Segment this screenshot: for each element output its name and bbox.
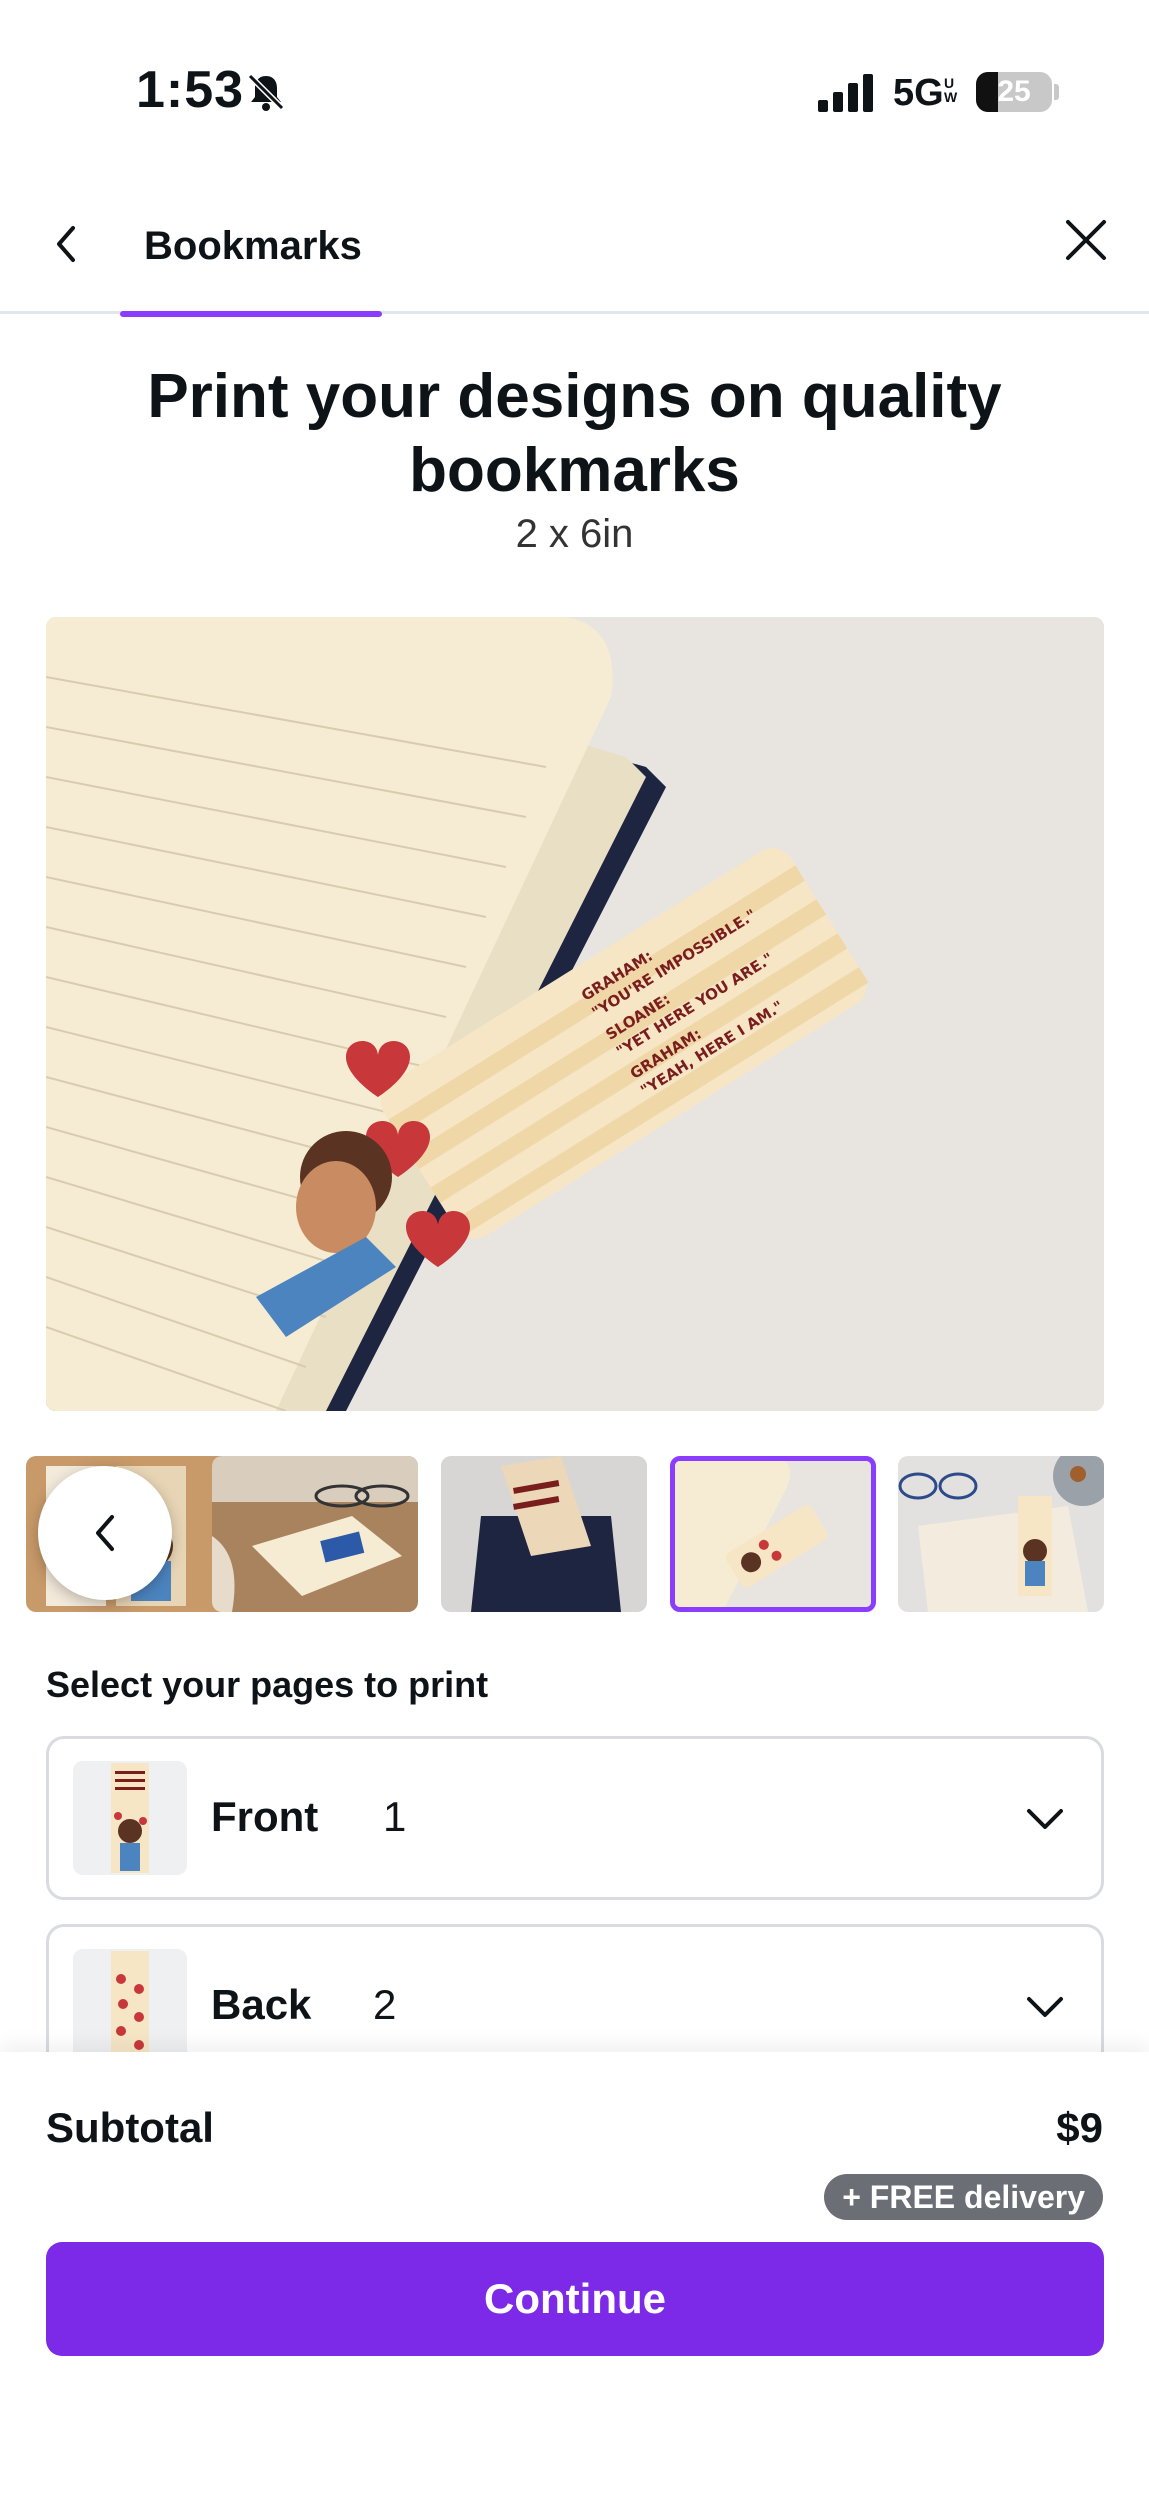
chevron-down-icon (1027, 1997, 1063, 2017)
free-delivery-badge: + FREE delivery (824, 2174, 1103, 2220)
tab-bookmarks[interactable]: Bookmarks (120, 190, 382, 317)
page-thumbnail (73, 1949, 187, 2063)
thumbnail-strip (26, 1456, 1104, 1612)
close-icon (1066, 220, 1106, 260)
chevron-left-icon (96, 1515, 114, 1551)
page-name: Back (211, 1981, 312, 2028)
back-button[interactable] (38, 216, 94, 272)
continue-button[interactable]: Continue (46, 2242, 1104, 2356)
chevron-down-icon (1027, 1809, 1063, 1829)
status-time: 1:53 (136, 61, 245, 119)
page-number: 1 (383, 1793, 407, 1840)
thumbnail-2[interactable] (212, 1456, 418, 1612)
subtotal-value: $9 (1056, 2104, 1103, 2151)
tab-active-indicator (120, 311, 382, 317)
status-bar: 1:53 5G UW 25 (0, 0, 1149, 190)
product-size: 2 x 6in (515, 512, 634, 556)
battery-icon: 25 (976, 72, 1052, 112)
thumbnail-3[interactable] (441, 1456, 647, 1612)
bell-slash-icon (247, 73, 285, 111)
page-name: Front (211, 1793, 319, 1840)
close-button[interactable] (1056, 210, 1116, 270)
select-pages-label: Select your pages to print (46, 1664, 489, 1705)
thumbnail-4[interactable] (670, 1456, 876, 1612)
checkout-panel: Subtotal $9 + FREE delivery Continue (0, 2052, 1149, 2500)
page-thumbnail (73, 1761, 187, 1875)
network-label: 5G (893, 72, 944, 114)
thumbnail-5[interactable] (898, 1456, 1104, 1612)
subtotal-label: Subtotal (46, 2104, 214, 2151)
page-select-front[interactable]: Front 1 (46, 1736, 1104, 1900)
product-hero-image: GRAHAM: "YOU'RE IMPOSSIBLE." SLOANE: "YE… (46, 617, 1104, 1411)
carousel-prev-button[interactable] (38, 1466, 172, 1600)
chevron-left-icon (57, 226, 75, 262)
signal-icon (818, 74, 873, 112)
page-number: 2 (373, 1981, 397, 2028)
page-title: Print your designs on quality bookmarks (147, 362, 1002, 505)
tab-label: Bookmarks (144, 224, 362, 268)
network-sup: UW (944, 75, 958, 105)
battery-level: 25 (997, 75, 1031, 108)
header: Bookmarks (0, 190, 1149, 317)
